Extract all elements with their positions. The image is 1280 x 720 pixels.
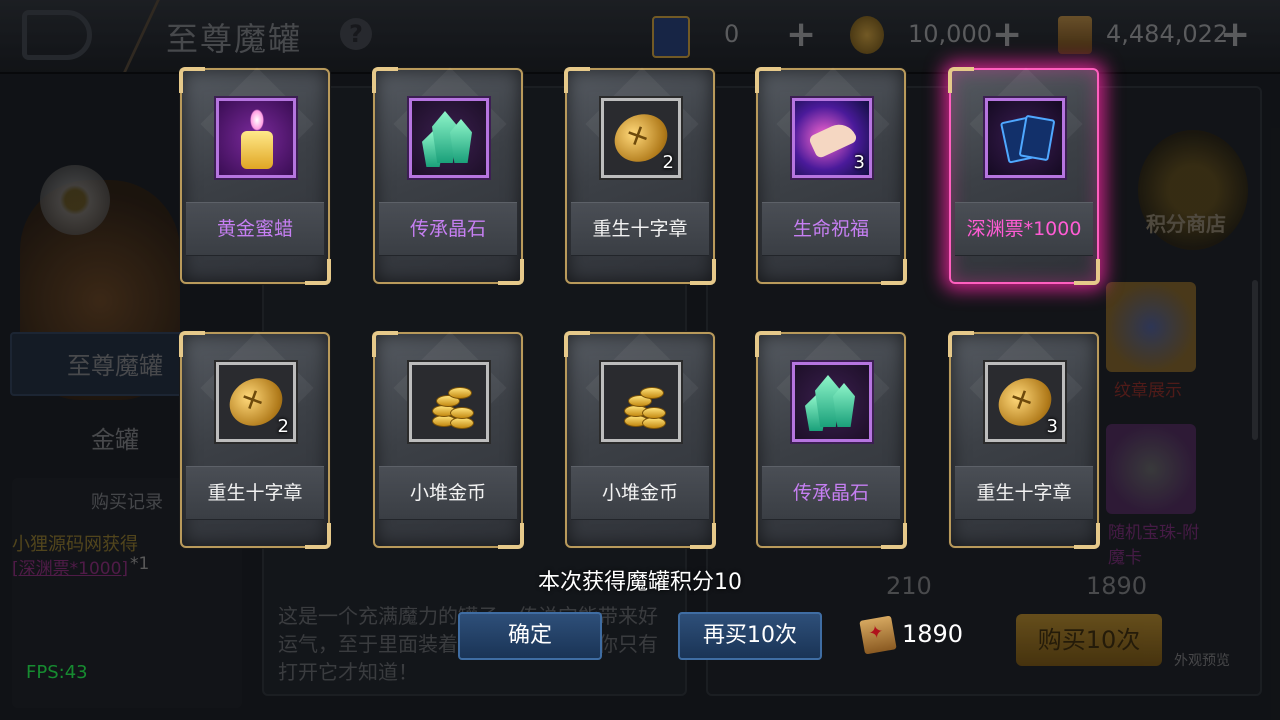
abyss-ticket-icon	[985, 98, 1065, 178]
candle-flame-shape	[250, 109, 264, 131]
gold-coin-shape	[450, 407, 474, 419]
reward-card: 3 重生十字章	[948, 331, 1100, 549]
reward-count: 2	[662, 152, 674, 173]
heritage-crystal-icon	[409, 98, 489, 178]
reward-name: 传承晶石	[762, 466, 900, 520]
heritage-crystal-icon	[792, 362, 872, 442]
life-blessing-icon: 3	[792, 98, 872, 178]
reward-card: 小堆金币	[372, 331, 524, 549]
rebirth-cross-coin-icon: 2	[601, 98, 681, 178]
reward-card: 2 重生十字章	[564, 67, 716, 285]
reward-name: 小堆金币	[379, 466, 517, 520]
ticket-shape	[1018, 114, 1056, 162]
gold-coin-pile-icon	[601, 362, 681, 442]
reward-name: 小堆金币	[571, 466, 709, 520]
reward-card: 传承晶石	[755, 331, 907, 549]
golden-candle-icon	[216, 98, 296, 178]
reward-name: 黄金蜜蜡	[186, 202, 324, 256]
confirm-button[interactable]: 确定	[458, 612, 602, 660]
reward-name: 传承晶石	[379, 202, 517, 256]
candle-wax-shape	[241, 131, 273, 169]
rebirth-cross-coin-icon: 2	[216, 362, 296, 442]
scroll-points-icon	[859, 615, 897, 655]
gold-coin-pile-icon	[409, 362, 489, 442]
reward-card: 小堆金币	[564, 331, 716, 549]
reward-card: 2 重生十字章	[179, 331, 331, 549]
reward-name: 生命祝福	[762, 202, 900, 256]
reward-name: 重生十字章	[571, 202, 709, 256]
reward-name: 深渊票*1000	[955, 202, 1093, 256]
reward-count: 2	[277, 416, 289, 437]
rebirth-cross-coin-icon: 3	[985, 362, 1065, 442]
reward-count: 3	[1046, 416, 1058, 437]
reward-name: 重生十字章	[955, 466, 1093, 520]
gold-coin-shape	[448, 387, 472, 399]
gold-coin-shape	[642, 407, 666, 419]
buy-again-10-button[interactable]: 再买10次	[678, 612, 822, 660]
reward-card: 3 生命祝福	[755, 67, 907, 285]
reward-name: 重生十字章	[186, 466, 324, 520]
reward-card: 传承晶石	[372, 67, 524, 285]
hand-shape	[807, 118, 859, 160]
buy-again-cost: 1890	[902, 620, 964, 648]
reward-card-highlighted: 深渊票*1000	[948, 67, 1100, 285]
result-message: 本次获得魔罐积分10	[538, 570, 742, 595]
gold-coin-shape	[640, 387, 664, 399]
reward-card: 黄金蜜蜡	[179, 67, 331, 285]
reward-count: 3	[853, 152, 865, 173]
